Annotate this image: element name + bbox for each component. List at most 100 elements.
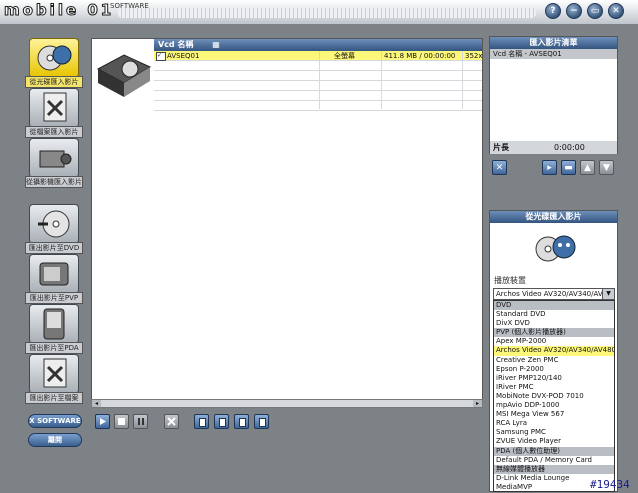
- table-row[interactable]: [154, 81, 482, 91]
- delete-button[interactable]: [164, 414, 179, 429]
- video-table: Vcd 名稱 ▦ ✓ AVSEQ01 全螢幕 411.8 MB / 00:00:…: [154, 39, 482, 111]
- page-medium-icon: [219, 418, 226, 427]
- page-large-icon: [239, 418, 246, 427]
- arrow-up-icon: ▲: [584, 162, 591, 173]
- column-divider: [462, 51, 463, 109]
- dvd-export-icon: [38, 210, 70, 238]
- title-bar[interactable]: mobile 01 SOFTWARE ? − ▭ ✕: [0, 0, 638, 24]
- scroll-right-icon[interactable]: ▸: [473, 400, 482, 407]
- chevron-down-icon[interactable]: ▼: [602, 289, 614, 299]
- view-small-button[interactable]: [194, 414, 209, 429]
- file-export-icon: [43, 358, 67, 388]
- column-divider: [319, 51, 320, 109]
- close-icon: [167, 417, 176, 426]
- play-item-button[interactable]: ▸: [542, 160, 557, 175]
- sidebar-item-import-file[interactable]: 從檔案匯入影片: [25, 88, 83, 138]
- title-bar-grip: [118, 8, 536, 18]
- sidebar-item-export-dvd[interactable]: 匯出影片至DVD: [25, 204, 83, 254]
- stop-icon: [118, 418, 125, 425]
- table-row[interactable]: [154, 91, 482, 101]
- sidebar-item-export-pvp[interactable]: 匯出影片至PVP: [25, 254, 83, 304]
- dropdown-option[interactable]: MobiNote DVX-POD 7010: [494, 392, 614, 401]
- scroll-left-icon[interactable]: ◂: [92, 400, 101, 407]
- import-list-title: 匯入影片清單: [490, 37, 617, 49]
- dropdown-group-header: PVP (個人影片播放器): [494, 328, 614, 338]
- file-import-icon: [43, 92, 67, 122]
- import-panel: 從光碟匯入影片 播放裝置 Archos Video AV320/AV340/AV…: [489, 210, 618, 492]
- remove-button[interactable]: ✕: [492, 160, 507, 175]
- play-button[interactable]: [95, 414, 110, 429]
- play-icon: [100, 418, 106, 425]
- dropdown-option[interactable]: DivX DVD: [494, 319, 614, 328]
- sidebar-item-import-camcorder[interactable]: 從攝影機匯入影片: [25, 138, 83, 188]
- help-button[interactable]: ?: [545, 3, 561, 19]
- page-full-icon: [259, 418, 266, 427]
- close-button[interactable]: ✕: [608, 3, 624, 19]
- sidebar-item-export-file[interactable]: 匯出影片至檔案: [25, 354, 83, 404]
- close-icon: ✕: [495, 162, 504, 173]
- device-dropdown-list[interactable]: DVD Standard DVD DivX DVD PVP (個人影片播放器) Apex…: [493, 300, 615, 492]
- xsoftware-button[interactable]: X SOFTWARE: [28, 414, 82, 428]
- dropdown-option[interactable]: Creative Zen PMC: [494, 356, 614, 365]
- app-logo: mobile 01: [3, 1, 115, 20]
- dropdown-option[interactable]: Standard DVD: [494, 310, 614, 319]
- dropdown-group-header: DVD: [494, 301, 614, 311]
- arrow-down-icon: ▼: [603, 162, 610, 173]
- view-medium-button[interactable]: [214, 414, 229, 429]
- columns-icon: ▦: [212, 40, 220, 49]
- pause-button[interactable]: [133, 414, 148, 429]
- video-list-panel: Vcd 名稱 ▦ ✓ AVSEQ01 全螢幕 411.8 MB / 00:00:…: [91, 38, 483, 408]
- dropdown-option[interactable]: mpAvio DDP-1000: [494, 401, 614, 410]
- dropdown-option[interactable]: Epson P-2000: [494, 365, 614, 374]
- stop-button[interactable]: [114, 414, 129, 429]
- dropdown-option[interactable]: Samsung PMC: [494, 428, 614, 437]
- import-list-item[interactable]: Vcd 名稱 - AVSEQ01: [490, 49, 617, 59]
- horizontal-scrollbar[interactable]: ◂ ▸: [91, 399, 483, 408]
- table-row[interactable]: ✓ AVSEQ01 全螢幕 411.8 MB / 00:00:00 352x24…: [154, 51, 482, 61]
- device-select[interactable]: Archos Video AV320/AV340/AV480 ▼: [493, 288, 615, 300]
- pause-icon: [138, 418, 144, 425]
- dvd-case-icon: [96, 54, 152, 97]
- table-row[interactable]: [154, 101, 482, 111]
- dropdown-option[interactable]: iRiver PMP120/140: [494, 374, 614, 383]
- dropdown-group-header: 無線媒體播放器: [494, 464, 614, 474]
- row-checkbox[interactable]: ✓: [156, 52, 166, 61]
- video-table-header[interactable]: Vcd 名稱 ▦: [154, 39, 482, 51]
- dropdown-option[interactable]: ZVUE Video Player: [494, 437, 614, 446]
- pvp-export-icon: [39, 262, 69, 286]
- camcorder-import-icon: [39, 150, 72, 168]
- dvd-import-icon: [535, 235, 576, 262]
- minus-icon: ▬: [564, 162, 573, 173]
- sidebar: 從光碟匯入影片 從檔案匯入影片 從攝影機匯入影片 匯出影片至DVD 匯出影片至P…: [19, 32, 87, 462]
- sidebar-item-export-pda[interactable]: 匯出影片至PDA: [25, 304, 83, 354]
- skin-button[interactable]: −: [566, 3, 582, 19]
- import-list-panel: 匯入影片清單 Vcd 名稱 - AVSEQ01 片長 0:00:00: [489, 36, 618, 154]
- move-down-button[interactable]: ▼: [599, 160, 614, 175]
- dropdown-option[interactable]: Archos Video AV320/AV340/AV480: [494, 346, 614, 356]
- watermark: #19434: [590, 478, 630, 491]
- pda-export-icon: [43, 308, 65, 340]
- dropdown-option[interactable]: Apex MP-2000: [494, 337, 614, 346]
- table-row[interactable]: [154, 71, 482, 81]
- clear-button[interactable]: ▬: [561, 160, 576, 175]
- device-label: 播放裝置: [494, 276, 526, 285]
- dvd-import-icon: [37, 45, 72, 71]
- import-panel-title: 從光碟匯入影片: [490, 211, 617, 223]
- view-large-button[interactable]: [234, 414, 249, 429]
- length-row: 片長 0:00:00: [490, 141, 617, 154]
- table-row[interactable]: [154, 61, 482, 71]
- play-icon: ▸: [547, 162, 552, 173]
- dropdown-option[interactable]: IRiver PMC: [494, 383, 614, 392]
- sidebar-item-import-disc[interactable]: 從光碟匯入影片: [25, 38, 83, 88]
- move-up-button[interactable]: ▲: [580, 160, 595, 175]
- minimize-button[interactable]: ▭: [587, 3, 603, 19]
- dropdown-option[interactable]: Default PDA / Memory Card: [494, 456, 614, 465]
- dropdown-option[interactable]: RCA Lyra: [494, 419, 614, 428]
- column-divider: [381, 51, 382, 109]
- dropdown-option[interactable]: MSI Mega View 567: [494, 410, 614, 419]
- video-thumbnail: [92, 39, 154, 407]
- view-full-button[interactable]: [254, 414, 269, 429]
- exit-button[interactable]: 離開: [28, 433, 82, 447]
- dropdown-group-header: PDA (個人數位助理): [494, 446, 614, 456]
- page-small-icon: [199, 418, 206, 427]
